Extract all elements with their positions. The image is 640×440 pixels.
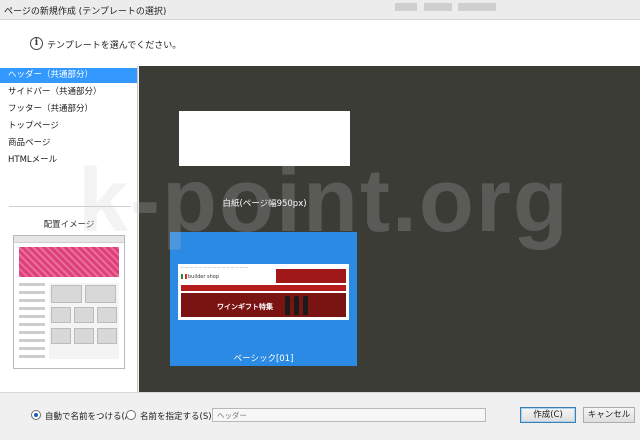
wine-bottle-icon: [285, 296, 290, 315]
info-circle-icon: i: [30, 37, 43, 50]
image-placeholder-icon: [51, 285, 82, 303]
title-menu-placeholder: [458, 3, 496, 11]
layout-preview-main-block: [49, 283, 119, 359]
image-placeholder-icon: [85, 285, 116, 303]
title-menu-placeholder: [424, 3, 452, 11]
italy-flag-icon: [181, 274, 187, 279]
wine-bottle-icon: [303, 296, 308, 315]
layout-preview-sidebar-block: [19, 283, 45, 359]
sidebar-item-footer[interactable]: フッター（共通部分）: [0, 102, 137, 117]
image-placeholder-icon: [51, 307, 71, 323]
auto-name-radio[interactable]: [31, 410, 41, 420]
page-name-input[interactable]: [212, 408, 486, 422]
template-basic-preview: ― ― ― ― ― ― ― ― ― ― ― ― ― ― ― builder sh…: [178, 264, 349, 320]
sidebar-item-html-mail[interactable]: HTMLメール: [0, 153, 137, 168]
instruction-text: テンプレートを選んでください。: [47, 41, 182, 51]
image-placeholder-icon: [97, 328, 117, 344]
image-placeholder-icon: [74, 307, 94, 323]
sidebar-item-top-page[interactable]: トップページ: [0, 119, 137, 134]
create-button[interactable]: 作成(C): [520, 407, 576, 423]
template-basic-01[interactable]: ― ― ― ― ― ― ― ― ― ― ― ― ― ― ― builder sh…: [170, 232, 357, 366]
layout-image-label: 配置イメージ: [43, 220, 95, 230]
preview-hero-banner: ワインギフト特集: [181, 293, 346, 317]
wine-bottle-icon: [294, 296, 299, 315]
layout-preview-header-block: [19, 247, 119, 277]
cancel-button[interactable]: キャンセル: [583, 407, 635, 423]
image-placeholder-icon: [51, 328, 71, 344]
category-sidebar: ヘッダー（共通部分） サイドバー（共通部分） フッター（共通部分） トップページ…: [0, 66, 138, 392]
dialog-footer: 自動で名前をつける(A) 名前を指定する(S) 作成(C) キャンセル: [0, 392, 640, 440]
window-title: ページの新規作成 (テンプレートの選択): [4, 7, 167, 17]
sidebar-item-product-page[interactable]: 商品ページ: [0, 136, 137, 151]
preview-caption-line: ― ― ― ― ― ― ― ― ― ― ― ― ― ― ―: [180, 265, 249, 269]
layout-preview-topbar: [14, 236, 124, 243]
manual-name-label[interactable]: 名前を指定する(S): [140, 410, 212, 422]
image-placeholder-icon: [97, 307, 117, 323]
title-menu-placeholder: [395, 3, 417, 11]
sidebar-item-header[interactable]: ヘッダー（共通部分）: [0, 68, 137, 83]
sidebar-item-sidebar[interactable]: サイドバー（共通部分）: [0, 85, 137, 100]
manual-name-radio[interactable]: [126, 410, 136, 420]
sidebar-divider: [9, 206, 131, 207]
template-basic-label: ベーシック[01]: [233, 354, 294, 364]
layout-preview-image: [13, 235, 125, 369]
auto-name-label[interactable]: 自動で名前をつける(A): [45, 410, 134, 422]
preview-shop-name: builder shop: [188, 274, 220, 280]
template-blank-label: 白紙(ページ幅950px): [222, 199, 307, 209]
template-blank-thumbnail[interactable]: [179, 111, 350, 166]
preview-hero-title: ワインギフト特集: [217, 303, 273, 311]
preview-nav-bar: [181, 285, 346, 291]
template-gallery: 白紙(ページ幅950px) ― ― ― ― ― ― ― ― ― ― ― ― ― …: [139, 66, 640, 392]
preview-top-banner: [276, 269, 346, 283]
image-placeholder-icon: [74, 328, 94, 344]
